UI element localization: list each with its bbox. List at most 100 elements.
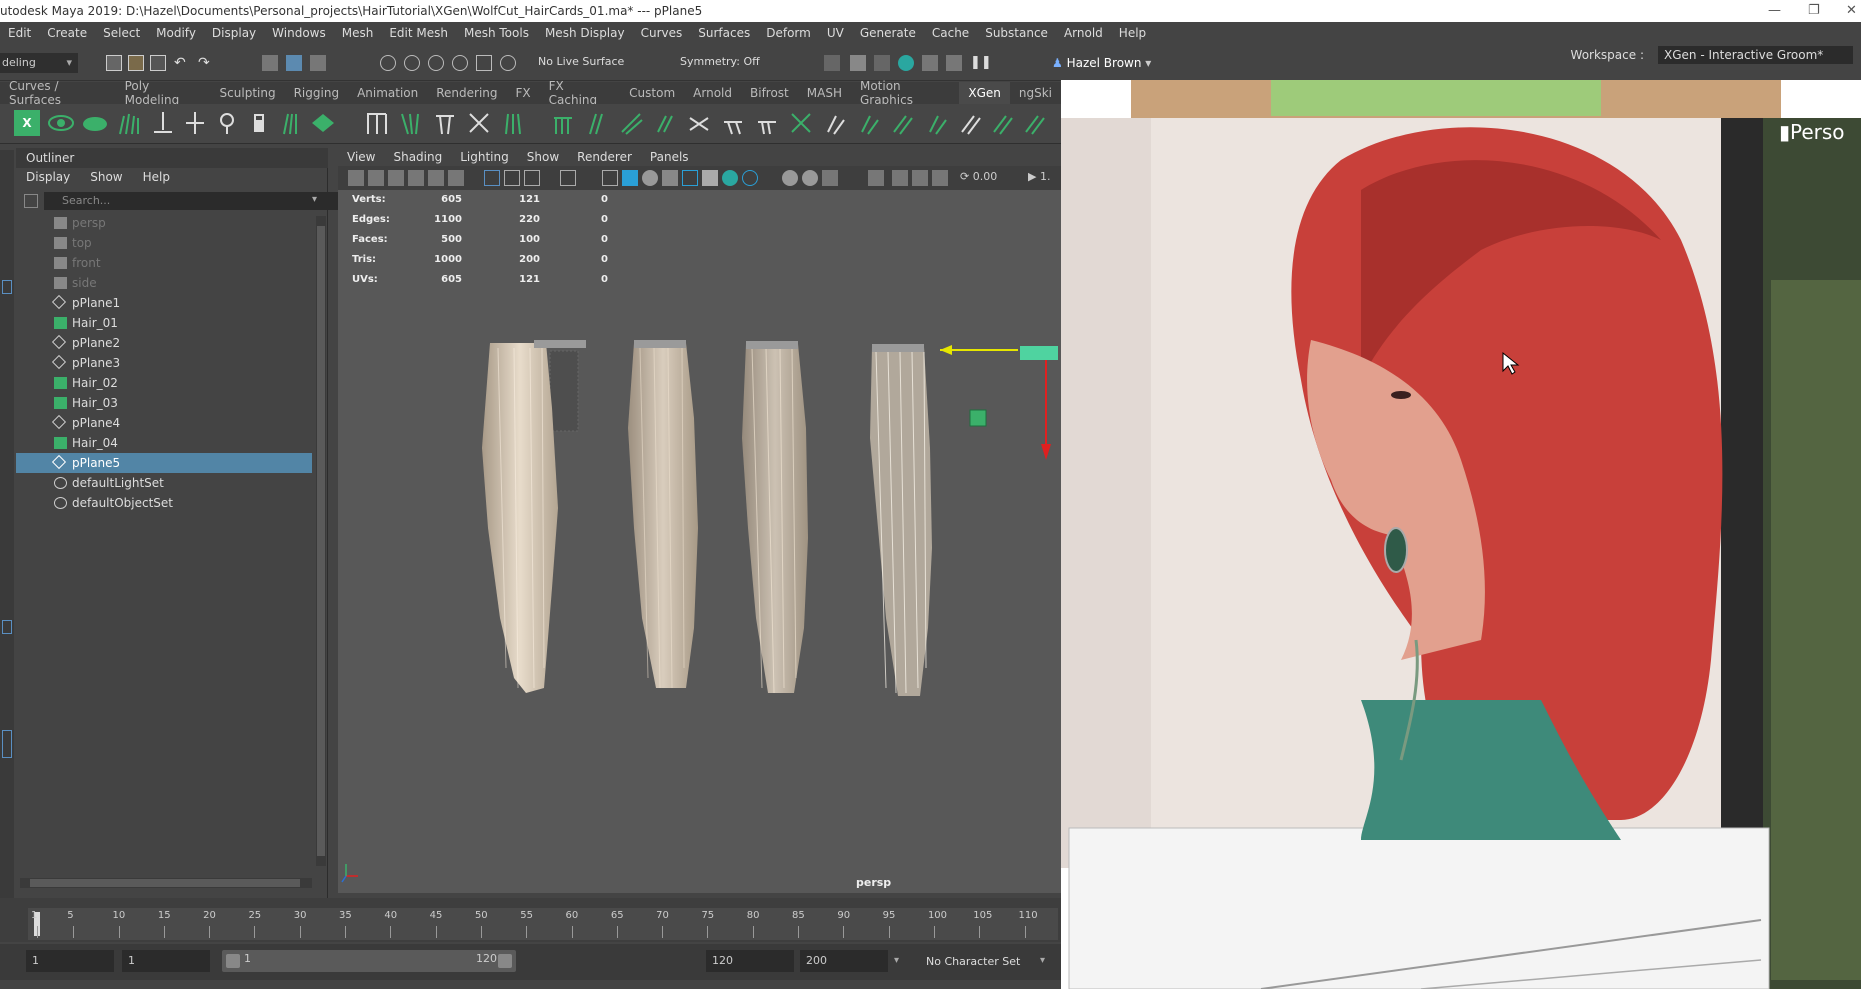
outliner-item-defaultlightset[interactable]: defaultLightSet <box>16 473 312 493</box>
layout-icon[interactable] <box>2 620 12 634</box>
hair-card-04[interactable] <box>870 347 932 696</box>
groom-select-icon[interactable] <box>466 110 492 136</box>
menu-generate[interactable]: Generate <box>852 26 924 40</box>
time-slider[interactable]: 1 5 10 15 20 25 30 35 40 45 50 55 60 65 70 75 80 85 90 95 10… <box>0 898 1061 942</box>
user-account[interactable]: ♟ Hazel Brown ▾ <box>1052 53 1164 73</box>
outliner-item-pplane5[interactable]: pPlane5 <box>16 453 312 473</box>
groom-push-icon[interactable] <box>890 110 916 136</box>
menu-uv[interactable]: UV <box>819 26 852 40</box>
outliner-item-persp[interactable]: persp <box>16 213 312 233</box>
tab-curves-surfaces[interactable]: Curves / Surfaces <box>0 79 116 107</box>
menu-mesh-tools[interactable]: Mesh Tools <box>456 26 537 40</box>
groom-rotate-icon[interactable] <box>856 110 882 136</box>
outliner-item-hair01[interactable]: Hair_01 <box>16 313 312 333</box>
new-scene-icon[interactable] <box>106 55 122 71</box>
groom-comb-icon[interactable] <box>278 110 304 136</box>
menu-display[interactable]: Display <box>204 26 264 40</box>
outliner-item-pplane2[interactable]: pPlane2 <box>16 333 312 353</box>
xgen-preview-icon[interactable] <box>48 110 74 136</box>
viewport-panel[interactable]: View Shading Lighting Show Renderer Pane… <box>338 148 1061 893</box>
restore-icon[interactable]: ❐ <box>1808 0 1820 22</box>
groom-cut-icon[interactable] <box>214 110 240 136</box>
groom-add-icon[interactable] <box>116 110 142 136</box>
outliner-item-defaultobjectset[interactable]: defaultObjectSet <box>16 493 312 513</box>
menu-surfaces[interactable]: Surfaces <box>690 26 758 40</box>
render-settings-icon[interactable] <box>898 55 914 71</box>
groom-clump-icon[interactable] <box>364 110 390 136</box>
groom-bend-icon[interactable] <box>686 110 712 136</box>
filter-icon[interactable] <box>24 194 38 208</box>
groom-twist-icon[interactable] <box>652 110 678 136</box>
render-frame-icon[interactable] <box>850 55 866 71</box>
start-frame-field[interactable]: 1 <box>26 950 114 972</box>
chevron-down-icon[interactable]: ▾ <box>1040 955 1045 966</box>
outliner-item-hair04[interactable]: Hair_04 <box>16 433 312 453</box>
range-slider[interactable]: 1 120 <box>222 950 516 972</box>
panel-layout-icon[interactable] <box>2 730 12 758</box>
outliner-item-top[interactable]: top <box>16 233 312 253</box>
groom-cleanup-icon[interactable] <box>990 110 1016 136</box>
groom-part-icon[interactable] <box>398 110 424 136</box>
tab-ngskin[interactable]: ngSki <box>1010 86 1061 100</box>
tab-mash[interactable]: MASH <box>798 86 851 100</box>
groom-scale-icon[interactable] <box>958 110 984 136</box>
tab-motion-graphics[interactable]: Motion Graphics <box>851 79 959 107</box>
groom-attract-icon[interactable] <box>754 110 780 136</box>
playback-end-field[interactable]: 120 <box>706 950 794 972</box>
menu-edit[interactable]: Edit <box>0 26 39 40</box>
groom-region-icon[interactable] <box>1022 110 1048 136</box>
undo-icon[interactable]: ↶ <box>174 55 190 71</box>
chevron-down-icon[interactable]: ▾ <box>894 955 899 966</box>
character-set-dropdown[interactable]: No Character Set <box>926 955 1020 968</box>
groom-mask-icon[interactable] <box>500 110 526 136</box>
outliner-item-front[interactable]: front <box>16 253 312 273</box>
xgen-editor-icon[interactable]: X <box>14 110 40 136</box>
time-slider-track[interactable] <box>28 908 1058 940</box>
menu-help[interactable]: Help <box>1111 26 1154 40</box>
range-end-handle[interactable] <box>498 954 512 968</box>
playback-start-field[interactable]: 1 <box>122 950 210 972</box>
select-object-icon[interactable] <box>286 55 302 71</box>
hair-card-01[interactable] <box>482 343 558 693</box>
snap-view-icon[interactable] <box>452 55 468 71</box>
groom-width-icon[interactable] <box>584 110 610 136</box>
scroll-thumb[interactable] <box>317 226 325 856</box>
symmetry-dropdown[interactable]: Symmetry: Off <box>680 55 760 68</box>
tab-rendering[interactable]: Rendering <box>427 86 506 100</box>
groom-pull-icon[interactable] <box>924 110 950 136</box>
outliner-search-input[interactable]: Search... <box>44 192 342 210</box>
snap-grid-icon[interactable] <box>380 55 396 71</box>
select-hierarchy-icon[interactable] <box>262 55 278 71</box>
groom-noise-icon[interactable] <box>432 110 458 136</box>
range-start-handle[interactable] <box>226 954 240 968</box>
outliner-item-hair02[interactable]: Hair_02 <box>16 373 312 393</box>
menu-cache[interactable]: Cache <box>924 26 977 40</box>
tab-xgen[interactable]: XGen <box>959 82 1010 104</box>
groom-smooth-icon[interactable] <box>310 110 336 136</box>
render-setup-icon[interactable] <box>946 55 962 71</box>
open-scene-icon[interactable] <box>128 55 144 71</box>
tab-bifrost[interactable]: Bifrost <box>741 86 798 100</box>
groom-length-icon[interactable] <box>182 110 208 136</box>
menu-mesh[interactable]: Mesh <box>334 26 382 40</box>
snap-curve-icon[interactable] <box>404 55 420 71</box>
tab-fx-caching[interactable]: FX Caching <box>540 79 621 107</box>
live-surface-field[interactable]: No Live Surface <box>538 55 624 68</box>
tab-sculpting[interactable]: Sculpting <box>211 86 285 100</box>
mode-dropdown[interactable]: deling ▾ <box>0 53 78 73</box>
outliner-item-pplane1[interactable]: pPlane1 <box>16 293 312 313</box>
select-component-icon[interactable] <box>310 55 326 71</box>
snap-plane-icon[interactable] <box>500 55 516 71</box>
menu-arnold[interactable]: Arnold <box>1056 26 1111 40</box>
groom-freeze-icon[interactable] <box>246 110 272 136</box>
snap-surface-icon[interactable] <box>476 55 492 71</box>
ipr-render-icon[interactable] <box>874 55 890 71</box>
redo-icon[interactable]: ↷ <box>198 55 214 71</box>
outliner-menu-display[interactable]: Display <box>16 170 80 188</box>
menu-deform[interactable]: Deform <box>758 26 819 40</box>
groom-curl-icon[interactable] <box>720 110 746 136</box>
outliner-hscrollbar[interactable] <box>20 878 312 888</box>
tab-rigging[interactable]: Rigging <box>285 86 348 100</box>
menu-windows[interactable]: Windows <box>264 26 334 40</box>
tab-poly-modeling[interactable]: Poly Modeling <box>116 79 211 107</box>
